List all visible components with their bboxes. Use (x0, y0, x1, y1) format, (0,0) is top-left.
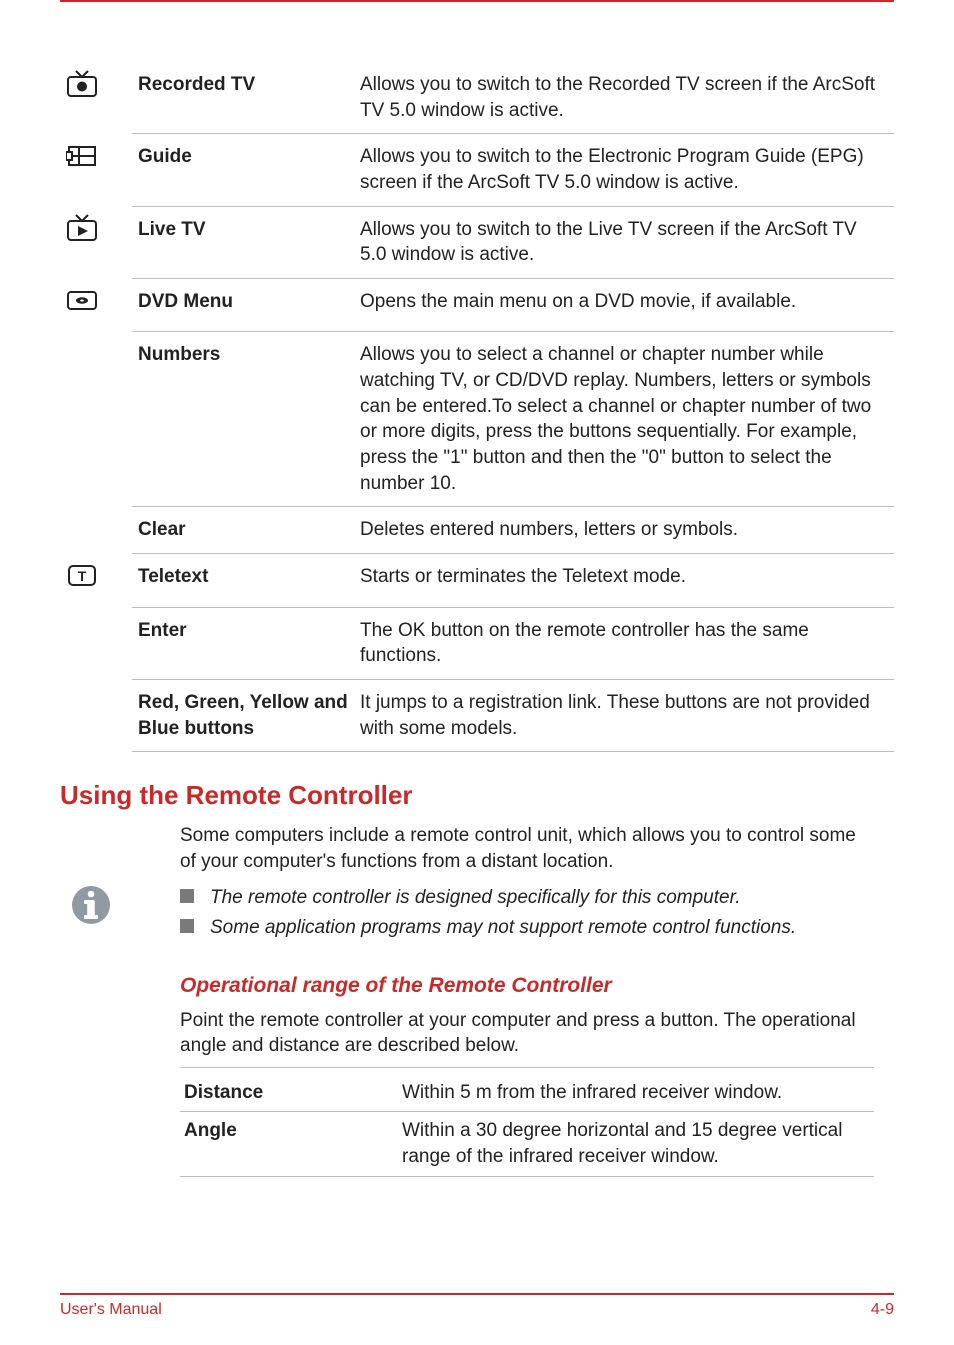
note-item: The remote controller is designed specif… (180, 884, 894, 912)
operational-table: Distance Within 5 m from the infrared re… (180, 1074, 874, 1177)
feature-name: DVD Menu (132, 278, 354, 332)
feature-name: Red, Green, Yellow and Blue buttons (132, 679, 354, 751)
svg-text:T: T (78, 568, 87, 584)
note-item: Some application programs may not suppor… (180, 914, 894, 942)
bullet-icon (180, 919, 194, 933)
feature-desc: It jumps to a registration link. These b… (354, 679, 894, 751)
note-text: The remote controller is designed specif… (210, 884, 740, 912)
table-row: T Teletext Starts or terminates the Tele… (60, 553, 894, 607)
table-row: DVD Menu Opens the main menu on a DVD mo… (60, 278, 894, 332)
feature-desc: Allows you to switch to the Live TV scre… (354, 206, 894, 278)
table-row: Live TV Allows you to switch to the Live… (60, 206, 894, 278)
op-value: Within 5 m from the infrared receiver wi… (398, 1074, 874, 1112)
operational-heading: Operational range of the Remote Controll… (180, 974, 874, 998)
footer-right: 4-9 (871, 1301, 894, 1319)
table-row: Clear Deletes entered numbers, letters o… (60, 507, 894, 554)
feature-desc: The OK button on the remote controller h… (354, 607, 894, 679)
info-icon (70, 913, 112, 930)
op-key: Angle (180, 1112, 398, 1176)
section-heading: Using the Remote Controller (60, 780, 894, 811)
footer-left: User's Manual (60, 1301, 162, 1319)
table-row: Distance Within 5 m from the infrared re… (180, 1074, 874, 1112)
feature-desc: Allows you to switch to the Recorded TV … (354, 62, 894, 134)
operational-intro: Point the remote controller at your comp… (180, 1008, 874, 1059)
section-intro: Some computers include a remote control … (180, 823, 874, 874)
feature-table: Recorded TV Allows you to switch to the … (60, 62, 894, 752)
table-row: Angle Within a 30 degree horizontal and … (180, 1112, 874, 1176)
note-block: The remote controller is designed specif… (60, 882, 894, 943)
table-row: Numbers Allows you to select a channel o… (60, 332, 894, 507)
table-row: Red, Green, Yellow and Blue buttons It j… (60, 679, 894, 751)
feature-name: Guide (132, 134, 354, 206)
recorded-tv-icon (66, 82, 98, 103)
dvd-menu-icon (66, 298, 98, 319)
teletext-icon: T (66, 573, 98, 594)
note-text: Some application programs may not suppor… (210, 914, 796, 942)
feature-name: Recorded TV (132, 62, 354, 134)
feature-name: Live TV (132, 206, 354, 278)
live-tv-icon (66, 226, 98, 247)
feature-desc: Opens the main menu on a DVD movie, if a… (354, 278, 894, 332)
page-footer: User's Manual 4-9 (60, 1293, 894, 1319)
feature-desc: Deletes entered numbers, letters or symb… (354, 507, 894, 554)
feature-name: Clear (132, 507, 354, 554)
op-value: Within a 30 degree horizontal and 15 deg… (398, 1112, 874, 1176)
feature-desc: Allows you to select a channel or chapte… (354, 332, 894, 507)
table-row: Enter The OK button on the remote contro… (60, 607, 894, 679)
feature-name: Numbers (132, 332, 354, 507)
feature-desc: Allows you to switch to the Electronic P… (354, 134, 894, 206)
table-row: Guide Allows you to switch to the Electr… (60, 134, 894, 206)
feature-name: Enter (132, 607, 354, 679)
feature-name: Teletext (132, 553, 354, 607)
op-key: Distance (180, 1074, 398, 1112)
table-row: Recorded TV Allows you to switch to the … (60, 62, 894, 134)
bullet-icon (180, 889, 194, 903)
feature-desc: Starts or terminates the Teletext mode. (354, 553, 894, 607)
guide-icon (66, 154, 98, 175)
